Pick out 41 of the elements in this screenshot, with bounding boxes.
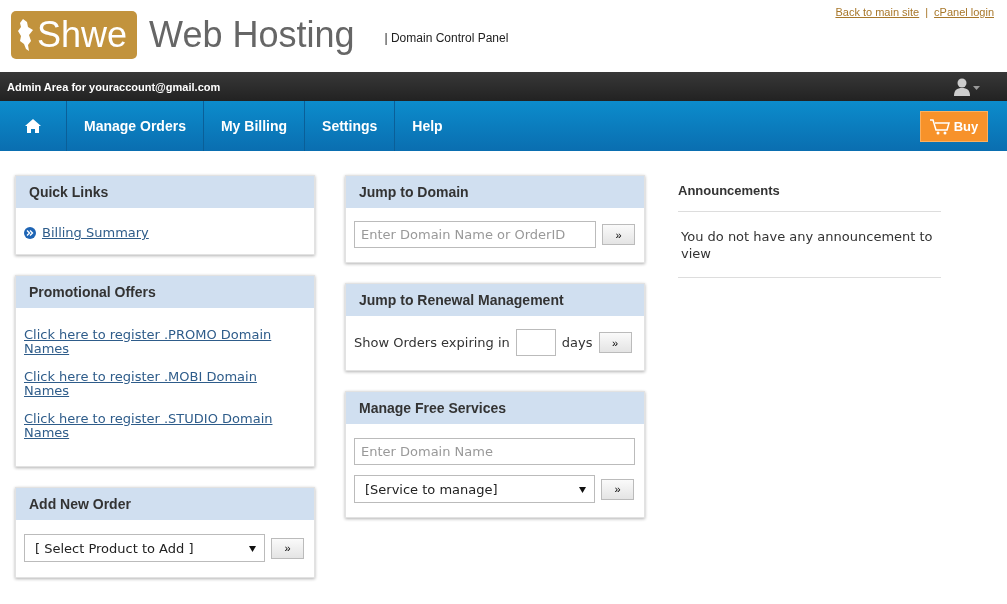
map-silhouette-icon <box>17 18 35 52</box>
panel-title: Manage Free Services <box>346 392 644 424</box>
go-button[interactable]: » <box>601 478 634 500</box>
nav-item[interactable]: Help <box>395 101 460 151</box>
cpanel-login-link[interactable]: cPanel login <box>934 6 994 18</box>
go-button[interactable]: » <box>271 537 304 559</box>
expiring-label: Show Orders expiring in <box>354 335 510 350</box>
panel-title: Jump to Renewal Management <box>346 284 644 316</box>
days-field[interactable] <box>515 329 556 356</box>
logo-badge: Shwe <box>11 11 138 59</box>
cart-icon <box>929 118 950 135</box>
admin-area-text: Admin Area for youraccount@gmail.com <box>7 80 221 93</box>
panel-title: Jump to Domain <box>346 176 644 208</box>
announcement-message: You do not have any announcement to view <box>678 212 941 278</box>
panel-title: Add New Order <box>16 488 314 520</box>
promo-register-link[interactable]: Click here to register .MOBI Domain Names <box>24 370 306 398</box>
domain-name-field[interactable]: Enter Domain Name <box>354 438 635 465</box>
domain-search-field[interactable]: Enter Domain Name or OrderID <box>354 221 596 248</box>
home-icon <box>25 119 41 133</box>
nav-item[interactable]: Manage Orders <box>67 101 204 151</box>
product-select[interactable]: [ Select Product to Add ] <box>24 534 265 562</box>
service-select[interactable]: [Service to manage] <box>354 475 595 503</box>
promo-register-link[interactable]: Click here to register .PROMO Domain Names <box>24 328 306 356</box>
go-button[interactable]: » <box>602 224 635 245</box>
days-label: days <box>561 335 593 350</box>
dropdown-caret-icon <box>579 485 586 493</box>
promo-register-link[interactable]: Click here to register .STUDIO Domain Names <box>24 412 306 440</box>
nav-item[interactable]: My Billing <box>203 101 306 151</box>
back-to-main-site-link[interactable]: Back to main site <box>835 6 920 18</box>
double-arrow-icon <box>24 227 36 239</box>
tagline: | Domain Control Panel <box>384 31 509 45</box>
nav-item[interactable]: Settings <box>305 101 396 151</box>
announcements-title: Announcements <box>678 183 941 212</box>
go-button[interactable]: » <box>598 332 632 353</box>
panel-title: Promotional Offers <box>16 276 314 308</box>
user-menu-icon[interactable] <box>954 77 981 96</box>
logo-text: Web Hosting <box>149 14 355 56</box>
panel-title: Quick Links <box>16 176 314 208</box>
billing-summary-link[interactable]: Billing Summary <box>42 226 149 240</box>
dropdown-caret-icon <box>249 544 256 552</box>
link-separator: | <box>925 6 929 18</box>
